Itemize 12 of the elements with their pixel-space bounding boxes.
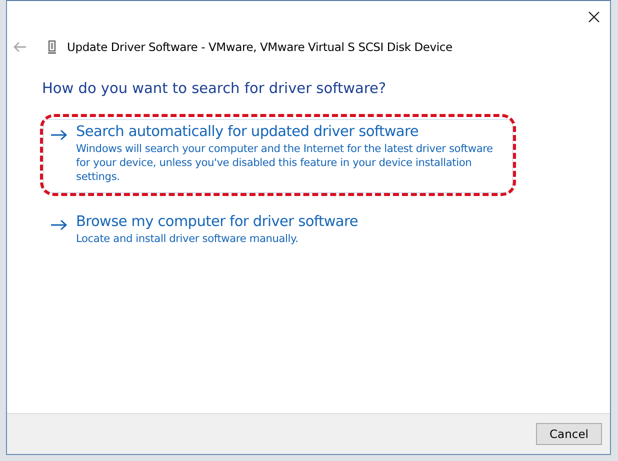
option-title: Browse my computer for driver software xyxy=(76,214,358,230)
right-arrow-icon xyxy=(50,129,68,141)
option-description: Windows will search your computer and the Internet for the latest driver software for your device, unless you've disabled this feature in your device installation settings. xyxy=(76,142,494,184)
right-arrow-icon xyxy=(50,219,68,231)
window-title: Update Driver Software - VMware, VMware Virtual S SCSI Disk Device xyxy=(67,40,452,54)
cancel-button[interactable]: Cancel xyxy=(536,423,602,445)
close-icon[interactable] xyxy=(588,11,600,23)
option-title: Search automatically for updated driver software xyxy=(76,124,420,140)
option-description: Locate and install driver software manually. xyxy=(76,232,300,246)
search-option[interactable]: Browse my computer for driver software Locate and install driver software manually. xyxy=(43,209,513,255)
dialog-heading: How do you want to search for driver software? xyxy=(42,81,388,97)
device-icon xyxy=(47,40,57,54)
